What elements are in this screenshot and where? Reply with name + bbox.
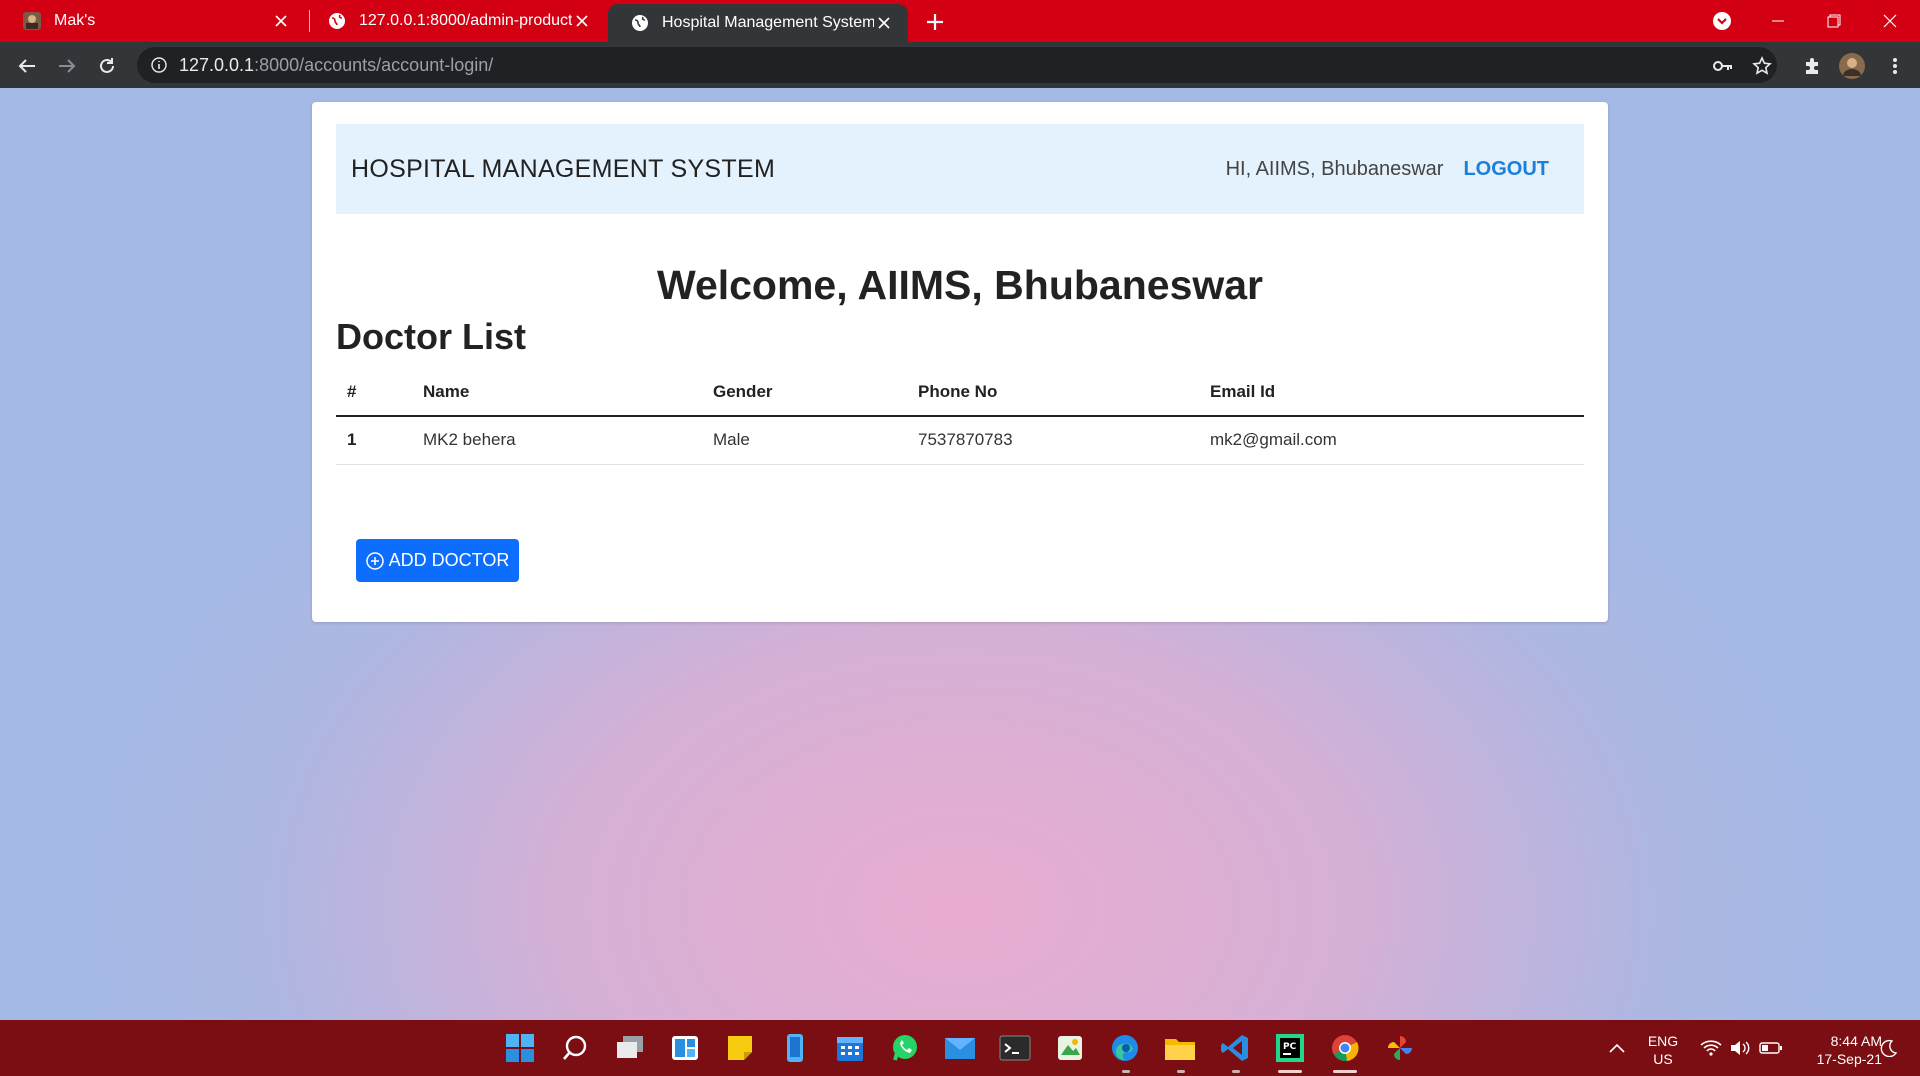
region-code: US bbox=[1653, 1051, 1673, 1067]
running-indicator bbox=[1232, 1070, 1240, 1073]
whatsapp-icon[interactable] bbox=[887, 1030, 923, 1066]
top-navbar: HOSPITAL MANAGEMENT SYSTEM HI, AIIMS, Bh… bbox=[336, 124, 1584, 214]
globe-icon bbox=[630, 13, 650, 33]
pycharm-icon[interactable]: PC bbox=[1272, 1030, 1308, 1066]
add-doctor-button[interactable]: ADD DOCTOR bbox=[356, 539, 519, 582]
active-indicator bbox=[1333, 1070, 1357, 1073]
file-explorer-icon[interactable] bbox=[1162, 1030, 1198, 1066]
site-favicon-icon bbox=[22, 11, 42, 31]
photo-editor-icon[interactable] bbox=[1052, 1030, 1088, 1066]
tab-title: Hospital Management System bbox=[662, 14, 874, 31]
tab-title: Mak's bbox=[54, 12, 96, 29]
search-icon[interactable] bbox=[557, 1030, 593, 1066]
windows-taskbar: PC ENG US 8:44 AM 17-Sep-21 bbox=[0, 1020, 1920, 1076]
chrome-menu-icon[interactable] bbox=[1880, 51, 1910, 81]
brand-title[interactable]: HOSPITAL MANAGEMENT SYSTEM bbox=[351, 155, 775, 184]
close-tab-icon[interactable] bbox=[572, 11, 592, 31]
cell-phone: 7537870783 bbox=[907, 416, 1199, 465]
back-arrow-icon[interactable] bbox=[12, 51, 42, 81]
tab-maks[interactable]: Mak's bbox=[0, 0, 305, 42]
clock-time: 8:44 AM bbox=[1830, 1033, 1882, 1049]
svg-text:PC: PC bbox=[1283, 1042, 1297, 1052]
logout-link[interactable]: LOGOUT bbox=[1463, 158, 1549, 181]
system-clock[interactable]: 8:44 AM 17-Sep-21 bbox=[1790, 1032, 1882, 1068]
profile-avatar[interactable] bbox=[1837, 51, 1867, 81]
reload-icon[interactable] bbox=[92, 51, 122, 81]
widgets-icon[interactable] bbox=[667, 1030, 703, 1066]
new-tab-icon[interactable] bbox=[922, 9, 948, 35]
plus-circle-icon bbox=[365, 551, 384, 570]
site-info-icon[interactable] bbox=[149, 55, 169, 75]
browser-tab-strip: Mak's 127.0.0.1:8000/admin-products Hosp… bbox=[0, 0, 1920, 42]
input-language-indicator[interactable]: ENG US bbox=[1645, 1032, 1681, 1068]
table-row: 1 MK2 behera Male 7537870783 mk2@gmail.c… bbox=[336, 416, 1584, 465]
clock-date: 17-Sep-21 bbox=[1816, 1051, 1882, 1067]
chrome-browser-icon[interactable] bbox=[1327, 1030, 1363, 1066]
cell-gender: Male bbox=[702, 416, 907, 465]
tab-hospital-management[interactable]: Hospital Management System bbox=[608, 4, 908, 42]
wifi-icon[interactable] bbox=[1700, 1020, 1722, 1076]
terminal-icon[interactable] bbox=[997, 1030, 1033, 1066]
bookmark-star-icon[interactable] bbox=[1747, 51, 1777, 81]
close-window-icon[interactable] bbox=[1862, 0, 1918, 42]
battery-icon[interactable] bbox=[1759, 1020, 1783, 1076]
browser-toolbar: 127.0.0.1:8000/accounts/account-login/ bbox=[0, 42, 1920, 88]
main-card: HOSPITAL MANAGEMENT SYSTEM HI, AIIMS, Bh… bbox=[312, 102, 1608, 622]
forward-arrow-icon[interactable] bbox=[52, 51, 82, 81]
tab-admin-products[interactable]: 127.0.0.1:8000/admin-products bbox=[305, 0, 606, 42]
welcome-heading: Welcome, AIIMS, Bhubaneswar bbox=[656, 262, 1264, 308]
url-text: 127.0.0.1:8000/accounts/account-login/ bbox=[179, 54, 494, 75]
calendar-icon[interactable] bbox=[832, 1030, 868, 1066]
phone-link-icon[interactable] bbox=[777, 1030, 813, 1066]
table-header-row: # Name Gender Phone No Email Id bbox=[336, 368, 1584, 417]
language-code: ENG bbox=[1647, 1033, 1679, 1049]
col-header-index: # bbox=[336, 368, 412, 417]
cell-name: MK2 behera bbox=[412, 416, 702, 465]
running-indicator bbox=[1122, 1070, 1130, 1073]
cell-email: mk2@gmail.com bbox=[1199, 416, 1584, 465]
volume-icon[interactable] bbox=[1729, 1020, 1751, 1076]
page-viewport: HOSPITAL MANAGEMENT SYSTEM HI, AIIMS, Bh… bbox=[0, 88, 1920, 1020]
tab-title: 127.0.0.1:8000/admin-products bbox=[359, 12, 572, 29]
extensions-puzzle-icon[interactable] bbox=[1797, 51, 1827, 81]
col-header-email: Email Id bbox=[1199, 368, 1584, 417]
col-header-name: Name bbox=[412, 368, 702, 417]
doctor-table: # Name Gender Phone No Email Id 1 MK2 be… bbox=[336, 368, 1584, 465]
vscode-icon[interactable] bbox=[1217, 1030, 1253, 1066]
photos-pinwheel-icon[interactable] bbox=[1382, 1030, 1418, 1066]
user-greeting: HI, AIIMS, Bhubaneswar bbox=[1225, 157, 1444, 180]
mail-icon[interactable] bbox=[942, 1030, 978, 1066]
password-key-icon[interactable] bbox=[1708, 51, 1738, 81]
windows-start-icon[interactable] bbox=[502, 1030, 538, 1066]
sticky-notes-icon[interactable] bbox=[722, 1030, 758, 1066]
task-view-icon[interactable] bbox=[612, 1030, 648, 1066]
restore-icon[interactable] bbox=[1806, 0, 1862, 42]
col-header-gender: Gender bbox=[702, 368, 907, 417]
minimize-icon[interactable] bbox=[1750, 0, 1806, 42]
show-hidden-icons-chevron-icon[interactable] bbox=[1608, 1020, 1626, 1076]
active-indicator bbox=[1278, 1070, 1302, 1073]
chrome-profile-menu-icon[interactable] bbox=[1694, 0, 1750, 42]
doctor-list-heading: Doctor List bbox=[336, 316, 527, 357]
add-doctor-label: ADD DOCTOR bbox=[388, 550, 510, 570]
address-bar[interactable]: 127.0.0.1:8000/accounts/account-login/ bbox=[137, 47, 1777, 83]
close-tab-icon[interactable] bbox=[271, 11, 291, 31]
notification-moon-icon[interactable] bbox=[1880, 1020, 1898, 1076]
close-tab-icon[interactable] bbox=[874, 13, 894, 33]
edge-browser-icon[interactable] bbox=[1107, 1030, 1143, 1066]
col-header-phone: Phone No bbox=[907, 368, 1199, 417]
running-indicator bbox=[1177, 1070, 1185, 1073]
cell-index: 1 bbox=[336, 416, 412, 465]
globe-icon bbox=[327, 11, 347, 31]
